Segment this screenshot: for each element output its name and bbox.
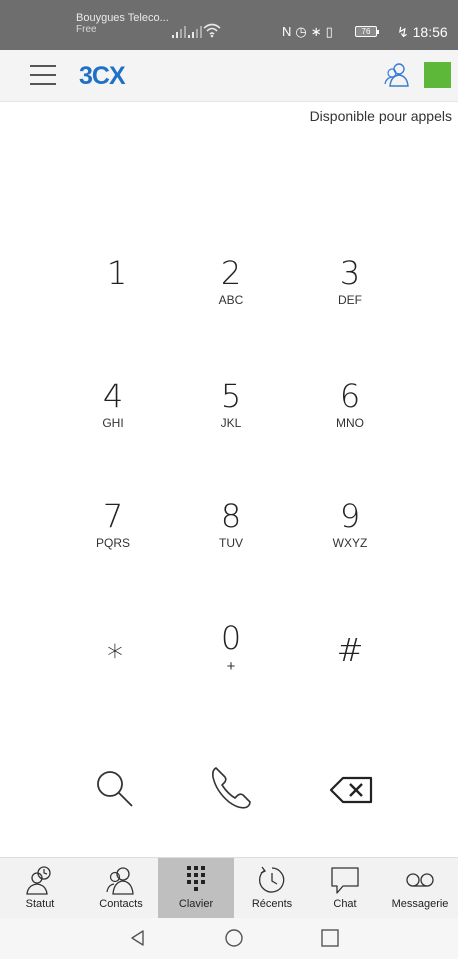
backspace-icon[interactable]: [323, 760, 383, 820]
signal-strength-2-icon: [188, 26, 202, 38]
dial-key-hash[interactable]: #: [305, 632, 395, 722]
tab-statut[interactable]: Statut: [0, 858, 80, 919]
recent-apps-square-icon[interactable]: [320, 928, 340, 948]
app-logo: 3CX: [79, 62, 126, 90]
tab-messagerie[interactable]: Messagerie: [382, 858, 458, 919]
dial-digit: 3: [339, 254, 361, 292]
tab-label: Clavier: [178, 898, 214, 910]
dial-key-9[interactable]: 9 WXYZ: [305, 498, 395, 588]
tab-contacts[interactable]: Contacts: [84, 858, 158, 919]
dial-key-8[interactable]: 8 TUV: [186, 498, 276, 588]
dial-digit: 9: [339, 497, 361, 535]
tab-label: Messagerie: [391, 898, 449, 910]
contacts-icon: [106, 867, 134, 895]
dial-key-5[interactable]: 5 JKL: [186, 378, 276, 468]
signal-strength-icon: [172, 26, 186, 38]
dial-key-0[interactable]: 0 +: [186, 620, 276, 710]
dial-letters: MNO: [336, 416, 364, 430]
dial-letters: DEF: [338, 293, 362, 307]
dial-letters: GHI: [102, 416, 124, 430]
dial-key-6[interactable]: 6 MNO: [305, 378, 395, 468]
dial-letters: TUV: [219, 536, 243, 550]
dial-digit: 5: [220, 377, 242, 415]
availability-status-text: Disponible pour appels: [309, 108, 452, 124]
search-icon[interactable]: [86, 760, 146, 820]
battery-level: 76: [361, 27, 371, 36]
dial-letters: +: [226, 658, 236, 675]
dial-key-star[interactable]: ∗: [70, 632, 160, 722]
system-status-bar: Bouygues Teleco... Free N◷∗▯ 76 ↯ 18:56: [0, 0, 458, 50]
hamburger-menu-icon[interactable]: [30, 65, 56, 85]
tab-chat[interactable]: Chat: [310, 858, 380, 919]
dial-key-4[interactable]: 4 GHI: [68, 378, 158, 468]
back-triangle-icon[interactable]: [128, 928, 148, 948]
tab-label: Contacts: [99, 898, 143, 910]
chat-bubble-icon: [331, 867, 359, 894]
system-indicator-icons: N◷∗▯: [282, 24, 337, 39]
dial-digit: 8: [220, 497, 242, 535]
dial-key-3[interactable]: 3 DEF: [305, 255, 395, 345]
dial-digit: ∗: [104, 631, 126, 669]
system-navigation-bar: [0, 918, 458, 959]
carrier-secondary: Free: [76, 24, 97, 35]
status-person-icon: [26, 866, 51, 895]
dial-digit: #: [336, 631, 364, 669]
bottom-tab-bar: Statut Contacts Clavier Récents Chat Mes…: [0, 857, 458, 919]
tab-recents[interactable]: Récents: [236, 858, 308, 919]
tab-label: Statut: [25, 898, 55, 910]
dial-digit: 1: [106, 254, 128, 292]
tab-clavier[interactable]: Clavier: [158, 858, 234, 919]
dial-letters: ABC: [218, 293, 244, 307]
carrier-info: Bouygues Teleco... Free: [76, 12, 169, 36]
presence-profile-icon[interactable]: [384, 62, 410, 88]
dial-key-2[interactable]: 2 ABC: [186, 255, 276, 345]
dialpad-icon: [187, 866, 205, 891]
dial-letters: JKL: [220, 416, 242, 430]
phone-call-icon[interactable]: [202, 758, 262, 818]
dial-letters: PQRS: [95, 536, 130, 550]
dial-digit: 7: [102, 497, 124, 535]
clock: ↯ 18:56: [397, 24, 448, 40]
dial-digit: 4: [102, 377, 124, 415]
voicemail-icon: [406, 873, 434, 887]
carrier-name: Bouygues Teleco...: [76, 12, 169, 24]
availability-status-indicator[interactable]: [424, 62, 451, 88]
dial-key-1[interactable]: 1: [72, 255, 162, 345]
battery-icon: 76: [355, 26, 379, 37]
home-circle-icon[interactable]: [224, 928, 244, 948]
tab-label: Récents: [251, 898, 293, 910]
dial-digit: 0: [220, 619, 242, 657]
clock-time: 18:56: [412, 24, 448, 40]
tab-label: Chat: [333, 898, 357, 910]
wifi-icon: [203, 23, 221, 38]
dial-digit: 6: [339, 377, 361, 415]
app-header: 3CX: [0, 50, 458, 102]
dial-key-7[interactable]: 7 PQRS: [68, 498, 158, 588]
dial-letters: WXYZ: [332, 536, 368, 550]
recent-clock-icon: [259, 866, 285, 893]
dial-digit: 2: [220, 254, 242, 292]
